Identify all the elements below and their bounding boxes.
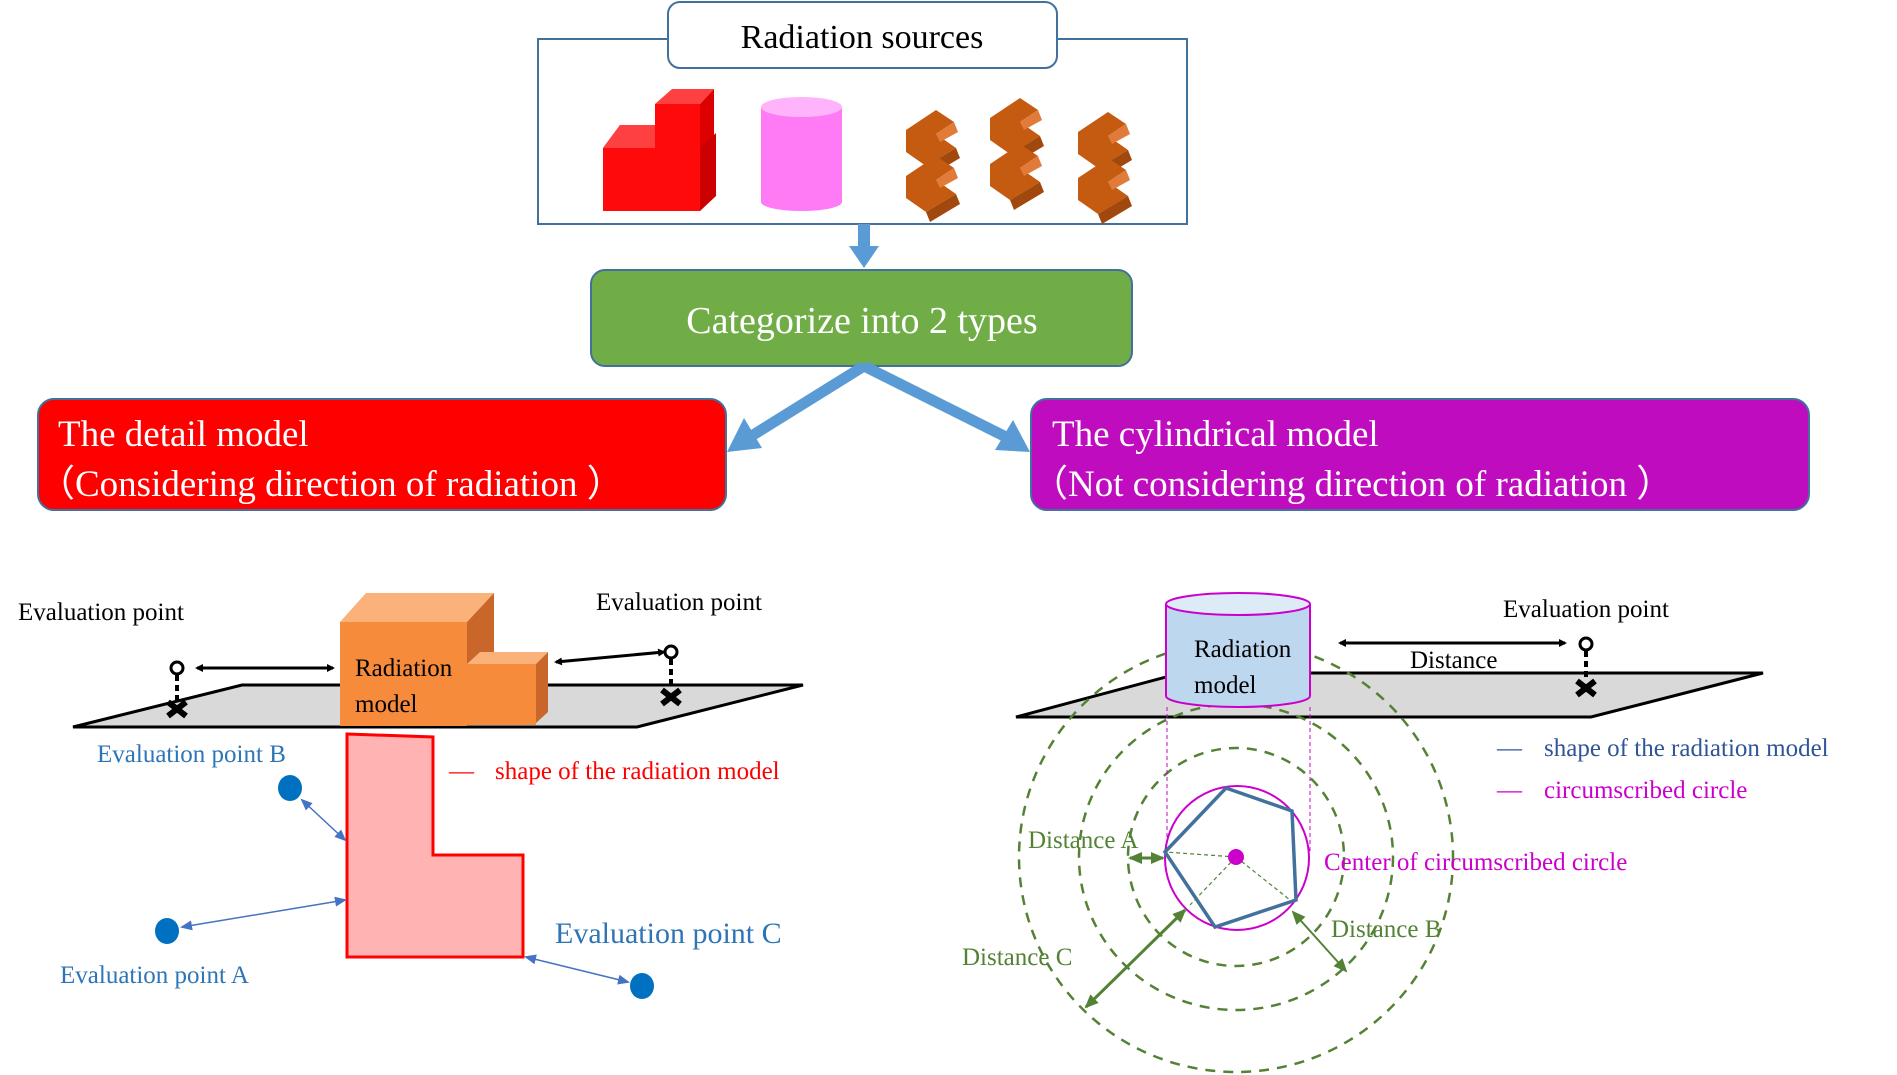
distance-label: Distance: [1410, 647, 1497, 674]
radiation-model-label-1: Radiation: [355, 655, 453, 682]
radiation-model-label-2: model: [355, 691, 418, 718]
legend-mark-red: —: [448, 758, 475, 785]
eval-point-c-dot: [630, 973, 654, 999]
distance-c-label: Distance C: [962, 944, 1072, 971]
eval-point-a-dot: [155, 918, 179, 944]
eval-point-b-dot: [278, 775, 302, 801]
eval-point-b-label: Evaluation point B: [97, 741, 286, 768]
categorize-label: Categorize into 2 types: [686, 300, 1037, 342]
ground-plane: [1015, 671, 1764, 719]
eval-point-right-label: Evaluation point: [596, 589, 762, 616]
eval-point-left-label: Evaluation point: [18, 599, 184, 626]
sources-title: Radiation sources: [741, 19, 984, 56]
branch-arrows: [727, 361, 1030, 452]
diagram-canvas: Radiation sources Categorize into 2 type…: [18, 1, 1829, 1074]
cylinder-icon: [761, 97, 842, 211]
detail-model-box: The detail model （Considering direction …: [37, 398, 727, 511]
eval-point-label: Evaluation point: [1503, 596, 1669, 623]
cylindrical-model-box: The cylindrical model （Not considering d…: [1030, 398, 1810, 511]
legend-shape-red-label: shape of the radiation model: [495, 758, 780, 785]
circle-center-dot: [1228, 849, 1244, 865]
cylindrical-model-diagram: Radiation model Evaluation point Distanc…: [962, 592, 1829, 1074]
center-label: Center of circumscribed circle: [1324, 849, 1627, 876]
detail-model-diagram: Evaluation point Evaluation point Radiat…: [18, 589, 804, 999]
cyl-model-label-1: Radiation: [1194, 636, 1292, 663]
detail-model-title: The detail model: [58, 414, 309, 455]
down-arrow: [849, 224, 879, 268]
detail-model-subtitle: （Considering direction of radiation ）: [38, 464, 624, 505]
legend-mark-magenta: —: [1496, 777, 1523, 804]
cylindrical-model-title: The cylindrical model: [1052, 414, 1379, 455]
radiation-sources-panel: Radiation sources: [537, 1, 1188, 268]
legend-circle-label: circumscribed circle: [1544, 777, 1747, 804]
distance-a-label: Distance A: [1028, 827, 1138, 854]
eval-point-a-label: Evaluation point A: [60, 962, 249, 989]
distance-b-label: Distance B: [1331, 916, 1441, 943]
categorize-box: Categorize into 2 types: [590, 269, 1133, 367]
legend-mark-blue: —: [1496, 735, 1523, 762]
cylindrical-model-subtitle: （Not considering direction of radiation …: [1031, 464, 1673, 505]
eval-point-c-label: Evaluation point C: [555, 917, 782, 950]
legend-shape-label: shape of the radiation model: [1544, 735, 1829, 762]
cyl-model-label-2: model: [1194, 672, 1257, 699]
